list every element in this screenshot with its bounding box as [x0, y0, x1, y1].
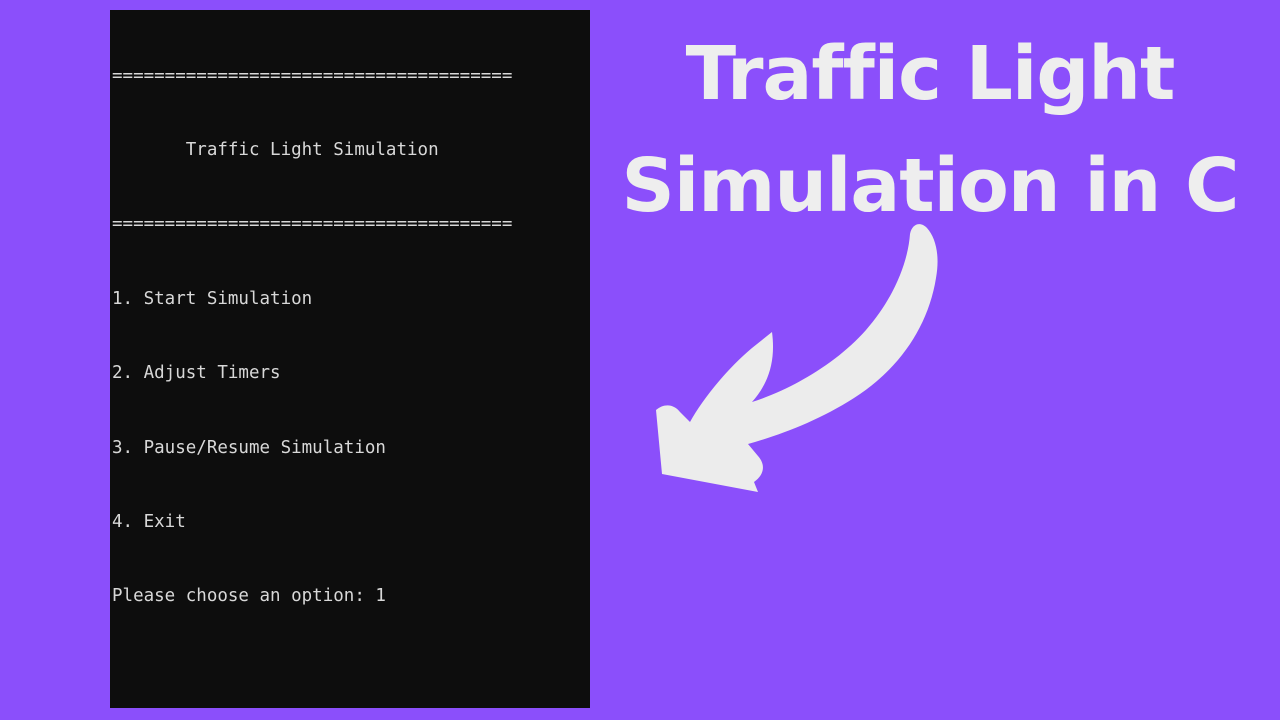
terminal-line-separator-bottom: ======================================	[112, 214, 513, 235]
main-menu-option-4: 4. Exit	[112, 511, 186, 532]
page-title-line-1: Traffic Light	[685, 31, 1176, 117]
main-menu-prompt: Please choose an option: 1	[112, 586, 386, 607]
terminal-window[interactable]: ====================================== T…	[110, 10, 590, 708]
curved-arrow-icon	[640, 210, 960, 510]
main-menu-option-3: 3. Pause/Resume Simulation	[112, 437, 386, 458]
page-title: Traffic Light Simulation in C	[600, 18, 1260, 242]
terminal-output: ====================================== T…	[112, 14, 590, 708]
main-menu-option-2: 2. Adjust Timers	[112, 363, 281, 384]
main-menu-option-1: 1. Start Simulation	[112, 288, 313, 309]
terminal-line-title: Traffic Light Simulation	[112, 139, 439, 160]
terminal-line-separator-top: ======================================	[112, 65, 513, 86]
terminal-blank-line-1	[112, 659, 590, 684]
